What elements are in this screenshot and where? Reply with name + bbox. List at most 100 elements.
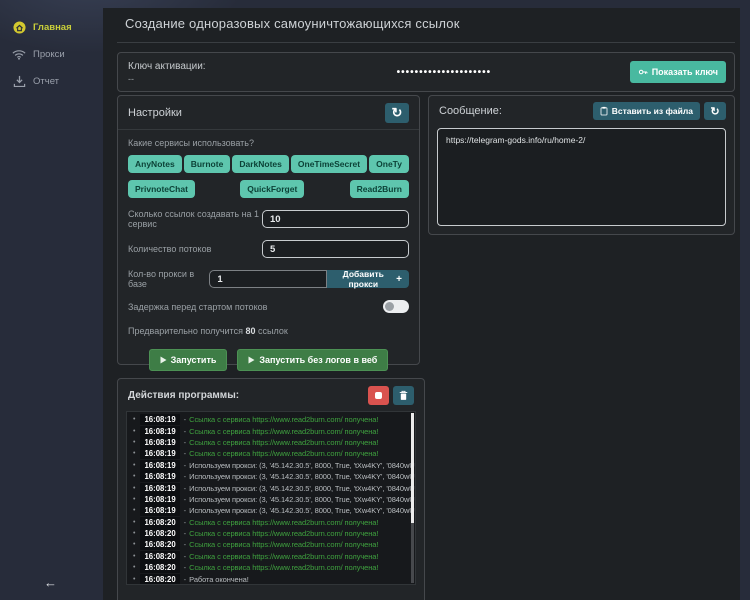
service-chip[interactable]: OneTimeSecret [291,155,367,173]
log-timestamp: 16:08:20 [140,551,179,562]
log-separator: - [184,449,187,458]
log-list: 16:08:19 - Ссылка с сервиса https://www.… [126,411,416,585]
refresh-icon: ↻ [392,105,403,121]
settings-title: Настройки [128,107,182,119]
service-chip[interactable]: DarkNotes [232,155,289,173]
log-entry: 16:08:19 - Используем прокси: (3, '45.14… [127,505,415,516]
service-chip[interactable]: Burnote [184,155,231,173]
service-chip[interactable]: AnyNotes [128,155,182,173]
activation-key-sub: -- [128,74,258,84]
proxy-count-label: Кол-во прокси в базе [128,269,209,289]
refresh-settings-button[interactable]: ↻ [385,103,409,123]
run-button[interactable]: Запустить [149,349,228,371]
message-header: Сообщение: Вставить из файла ↻ [429,96,734,126]
run-label: Запустить [171,355,217,365]
message-textarea[interactable]: https://telegram-gods.info/ru/home-2/ [437,128,726,226]
preview-count: 80 [245,326,255,336]
log-message: Используем прокси: (3, '45.142.30.5', 80… [189,495,415,504]
log-title: Действия программы: [128,390,239,401]
proxy-count-row: Кол-во прокси в базе Добавить прокси + [128,269,409,289]
preview-suffix: ссылок [258,326,288,336]
run-no-logs-button[interactable]: Запустить без логов в веб [237,349,388,371]
proxy-count-input[interactable] [209,270,327,288]
sidebar-item-label: Отчет [33,76,59,87]
threads-row: Количество потоков [128,240,409,258]
service-chip[interactable]: QuickForget [240,180,304,198]
stop-icon [375,392,382,399]
service-chip[interactable]: Read2Burn [350,180,409,198]
activation-key-label: Ключ активации: [128,61,258,72]
run-buttons-row: Запустить Запустить без логов в веб [128,349,409,371]
show-key-button[interactable]: Показать ключ [630,61,726,83]
log-message: Ссылка с сервиса https://www.read2burn.c… [189,552,378,561]
service-chip[interactable]: OneTy [369,155,409,173]
service-chip[interactable]: PrivnoteChat [128,180,195,198]
wifi-icon [12,48,26,62]
log-separator: - [184,518,187,527]
log-separator: - [184,506,187,515]
log-entry: 16:08:19 - Используем прокси: (3, '45.14… [127,482,415,493]
app-window: Главная Прокси Отчет ← Создание одноразо… [0,0,750,600]
program-log-panel: Действия программы: 16:08:19 - Ссылка с … [117,378,425,600]
sidebar: Главная Прокси Отчет ← [0,0,100,600]
collapse-sidebar-arrow[interactable]: ← [44,575,57,590]
sidebar-item-home[interactable]: Главная [0,14,100,41]
log-timestamp: 16:08:20 [140,562,179,573]
sidebar-item-report[interactable]: Отчет [0,68,100,95]
paste-from-file-button[interactable]: Вставить из файла [593,102,700,120]
message-actions: Вставить из файла ↻ [593,102,726,120]
toggle-knob [385,302,394,311]
home-icon [12,21,26,35]
sidebar-item-label: Главная [33,22,72,33]
log-separator: - [184,438,187,447]
proxy-input-group: Добавить прокси + [209,270,409,288]
threads-label: Количество потоков [128,244,211,254]
log-timestamp: 16:08:19 [140,414,179,425]
links-per-service-input[interactable] [262,210,409,228]
log-message: Работа окончена! [189,575,249,584]
log-separator: - [184,415,187,424]
run-no-logs-label: Запустить без логов в веб [259,355,377,365]
delay-label: Задержка перед стартом потоков [128,302,267,312]
log-separator: - [184,529,187,538]
preview-prefix: Предварительно получится [128,326,243,336]
log-message: Ссылка с сервиса https://www.read2burn.c… [189,518,378,527]
page-title: Создание одноразовых самоуничтожающихся … [125,16,460,31]
log-entry: 16:08:20 - Ссылка с сервиса https://www.… [127,551,415,562]
play-icon [248,356,255,364]
log-timestamp: 16:08:20 [140,528,179,539]
title-divider [117,42,735,43]
log-timestamp: 16:08:19 [140,483,179,494]
log-timestamp: 16:08:19 [140,494,179,505]
services-question: Какие сервисы использовать? [128,138,409,148]
trash-icon [399,390,408,401]
links-per-service-label: Сколько ссылок создавать на 1 сервис [128,209,262,229]
log-separator: - [184,461,187,470]
threads-input[interactable] [262,240,409,258]
log-timestamp: 16:08:20 [140,539,179,550]
main-content: Создание одноразовых самоуничтожающихся … [103,8,740,600]
log-message: Используем прокси: (3, '45.142.30.5', 80… [189,506,415,515]
log-timestamp: 16:08:20 [140,574,179,585]
masked-key-value: ••••••••••••••••••••• [258,67,630,78]
log-scrollbar-thumb[interactable] [411,413,414,523]
log-message: Ссылка с сервиса https://www.read2burn.c… [189,449,378,458]
log-message: Используем прокси: (3, '45.142.30.5', 80… [189,484,415,493]
refresh-message-button[interactable]: ↻ [704,102,726,120]
log-entry: 16:08:19 - Используем прокси: (3, '45.14… [127,494,415,505]
add-proxy-button[interactable]: Добавить прокси + [327,270,409,288]
settings-header: Настройки ↻ [118,96,419,130]
plus-icon: + [396,274,402,285]
log-timestamp: 16:08:19 [140,426,179,437]
add-proxy-label: Добавить прокси [334,269,392,289]
links-per-service-row: Сколько ссылок создавать на 1 сервис [128,209,409,229]
service-chips: AnyNotesBurnoteDarkNotesOneTimeSecretOne… [128,155,409,198]
log-entry: 16:08:20 - Ссылка с сервиса https://www.… [127,562,415,573]
delay-toggle[interactable] [383,300,409,313]
sidebar-item-proxy[interactable]: Прокси [0,41,100,68]
message-title: Сообщение: [439,105,502,117]
stop-button[interactable] [368,386,389,405]
log-entry: 16:08:19 - Используем прокси: (3, '45.14… [127,460,415,471]
log-scrollbar-track[interactable] [411,523,414,583]
clear-log-button[interactable] [393,386,414,405]
